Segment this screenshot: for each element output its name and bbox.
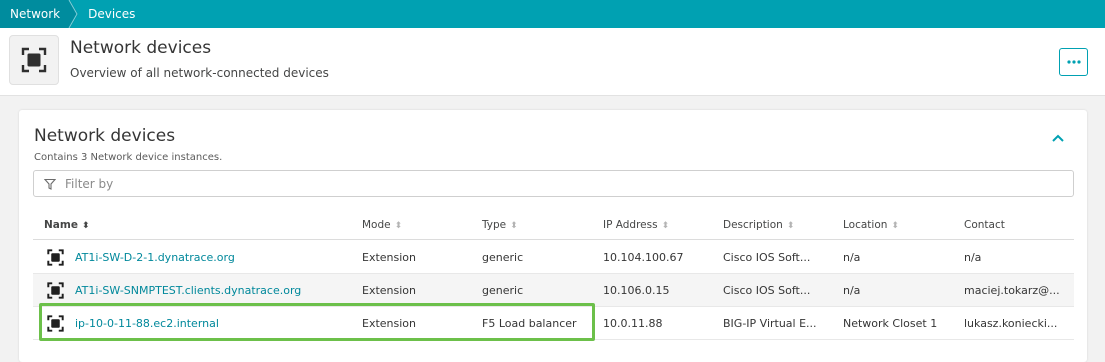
column-header-contact[interactable]: Contact	[964, 219, 1005, 231]
sort-icon: ⬍	[510, 221, 518, 231]
table-row[interactable]: AT1i-SW-SNMPTEST.clients.dynatrace.org E…	[33, 274, 1074, 307]
page-header: Network devices Overview of all network-…	[0, 28, 1105, 96]
location-cell: Network Closet 1	[843, 317, 938, 330]
chevron-up-icon[interactable]	[1050, 130, 1066, 146]
type-cell: F5 Load balancer	[482, 317, 577, 330]
table-header: Name ⬍ Mode ⬍ Type ⬍ IP Address ⬍ Descriptio…	[33, 214, 1074, 240]
network-device-icon	[47, 315, 64, 332]
column-header-ip-address[interactable]: IP Address ⬍	[603, 219, 669, 231]
description-cell: Cisco IOS Soft...	[723, 251, 811, 264]
column-header-mode[interactable]: Mode ⬍	[362, 219, 402, 231]
contact-cell: lukasz.koniecki...	[964, 317, 1058, 330]
filter-input-box[interactable]	[33, 170, 1074, 197]
column-header-location[interactable]: Location ⬍	[843, 219, 899, 231]
more-options-button[interactable]	[1059, 48, 1088, 76]
location-cell: n/a	[843, 251, 861, 264]
mode-cell: Extension	[362, 317, 417, 330]
mode-cell: Extension	[362, 284, 417, 297]
table-row[interactable]: AT1i-SW-D-2-1.dynatrace.org Extension ge…	[33, 241, 1074, 274]
table-row[interactable]: ip-10-0-11-88.ec2.internal Extension F5 …	[33, 307, 1074, 340]
sort-icon: ⬍	[394, 221, 403, 231]
instance-count: Contains 3 Network device instances.	[34, 152, 223, 163]
device-name-link[interactable]: AT1i-SW-SNMPTEST.clients.dynatrace.org	[75, 284, 301, 297]
sort-icon: ⬍	[661, 221, 670, 231]
column-header-name[interactable]: Name ⬍	[44, 219, 89, 231]
page-subtitle: Overview of all network-connected device…	[70, 66, 329, 80]
device-name-link[interactable]: AT1i-SW-D-2-1.dynatrace.org	[75, 251, 235, 264]
mode-cell: Extension	[362, 251, 417, 264]
type-cell: generic	[482, 251, 524, 264]
device-name-link[interactable]: ip-10-0-11-88.ec2.internal	[75, 317, 219, 330]
sort-icon: ⬍	[891, 221, 899, 231]
card-title: Network devices	[34, 126, 176, 146]
ip-cell: 10.104.100.67	[603, 251, 684, 264]
column-header-description[interactable]: Description ⬍	[723, 219, 794, 231]
breadcrumb-network[interactable]: Network	[0, 0, 79, 28]
filter-icon	[44, 178, 56, 190]
sort-icon: ⬍	[81, 221, 90, 231]
description-cell: Cisco IOS Soft...	[723, 284, 811, 297]
network-devices-card: Network devices Contains 3 Network devic…	[19, 110, 1087, 362]
page-title: Network devices	[70, 38, 212, 58]
breadcrumb: Network Devices	[0, 0, 1105, 28]
filter-input[interactable]	[65, 176, 965, 191]
ip-cell: 10.106.0.15	[603, 284, 670, 297]
description-cell: BIG-IP Virtual E...	[723, 317, 817, 330]
contact-cell: maciej.tokarz@...	[964, 284, 1060, 297]
more-icon	[1066, 60, 1081, 64]
network-device-icon	[9, 35, 59, 85]
contact-cell: n/a	[964, 251, 982, 264]
type-cell: generic	[482, 284, 524, 297]
breadcrumb-devices[interactable]: Devices	[70, 0, 135, 28]
column-header-type[interactable]: Type ⬍	[482, 219, 518, 231]
network-device-icon	[47, 249, 64, 266]
ip-cell: 10.0.11.88	[603, 317, 663, 330]
location-cell: n/a	[843, 284, 861, 297]
network-device-icon	[47, 282, 64, 299]
sort-icon: ⬍	[786, 221, 795, 231]
